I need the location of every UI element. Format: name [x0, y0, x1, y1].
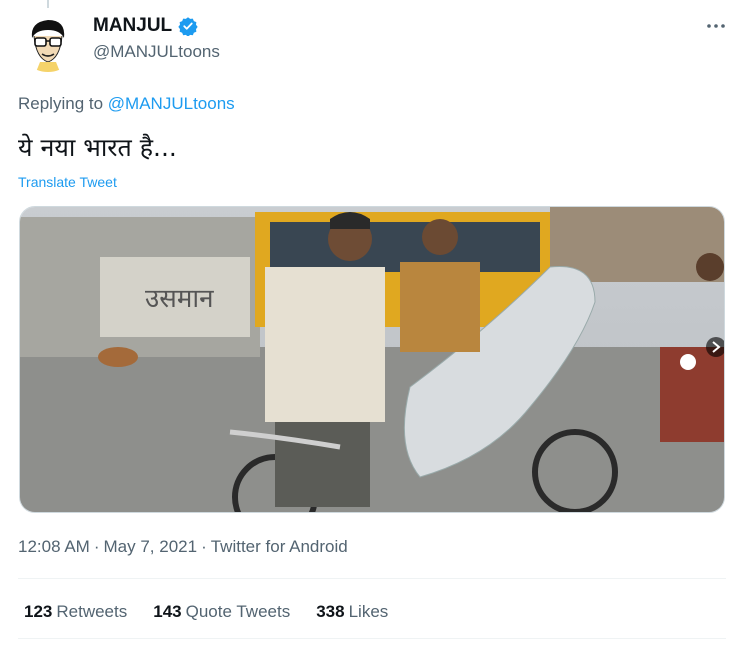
translate-tweet-link[interactable]: Translate Tweet [18, 174, 117, 190]
quote-tweets-label: Quote Tweets [185, 602, 291, 621]
tweet-metadata: 12:08 AM · May 7, 2021 · Twitter for And… [18, 537, 348, 557]
more-options-icon[interactable] [704, 14, 728, 38]
meta-separator: · [93, 537, 100, 556]
thread-connector-line [47, 0, 49, 8]
tweet-time[interactable]: 12:08 AM [18, 537, 90, 557]
replying-prefix: Replying to [18, 94, 104, 113]
likes-label: Likes [348, 602, 389, 621]
tweet-stats: 123 Retweets 143 Quote Tweets 338 Likes [24, 602, 388, 622]
tweet-date[interactable]: May 7, 2021 [104, 537, 198, 557]
retweets-stat[interactable]: 123 Retweets [24, 602, 127, 622]
tweet-media-photo[interactable]: उसमान [19, 206, 725, 513]
tweet-source[interactable]: Twitter for Android [211, 537, 348, 557]
divider [18, 638, 726, 639]
quote-tweets-count: 143 [153, 602, 182, 621]
tweet-text: ये नया भारत है... [18, 133, 177, 162]
retweets-count: 123 [24, 602, 53, 621]
replying-handle-link[interactable]: @MANJULtoons [108, 94, 235, 113]
retweets-label: Retweets [56, 602, 128, 621]
quote-tweets-stat[interactable]: 143 Quote Tweets [153, 602, 290, 622]
verified-badge-icon [178, 16, 198, 37]
likes-stat[interactable]: 338 Likes [316, 602, 388, 622]
author-display-name[interactable]: MANJUL [93, 15, 172, 37]
svg-text:उसमान: उसमान [145, 284, 214, 314]
divider [18, 578, 726, 579]
replying-to-line: Replying to @MANJULtoons [18, 94, 235, 114]
likes-count: 338 [316, 602, 345, 621]
author-avatar[interactable] [18, 12, 78, 72]
meta-separator: · [201, 537, 207, 556]
author-handle[interactable]: @MANJULtoons [93, 42, 220, 62]
